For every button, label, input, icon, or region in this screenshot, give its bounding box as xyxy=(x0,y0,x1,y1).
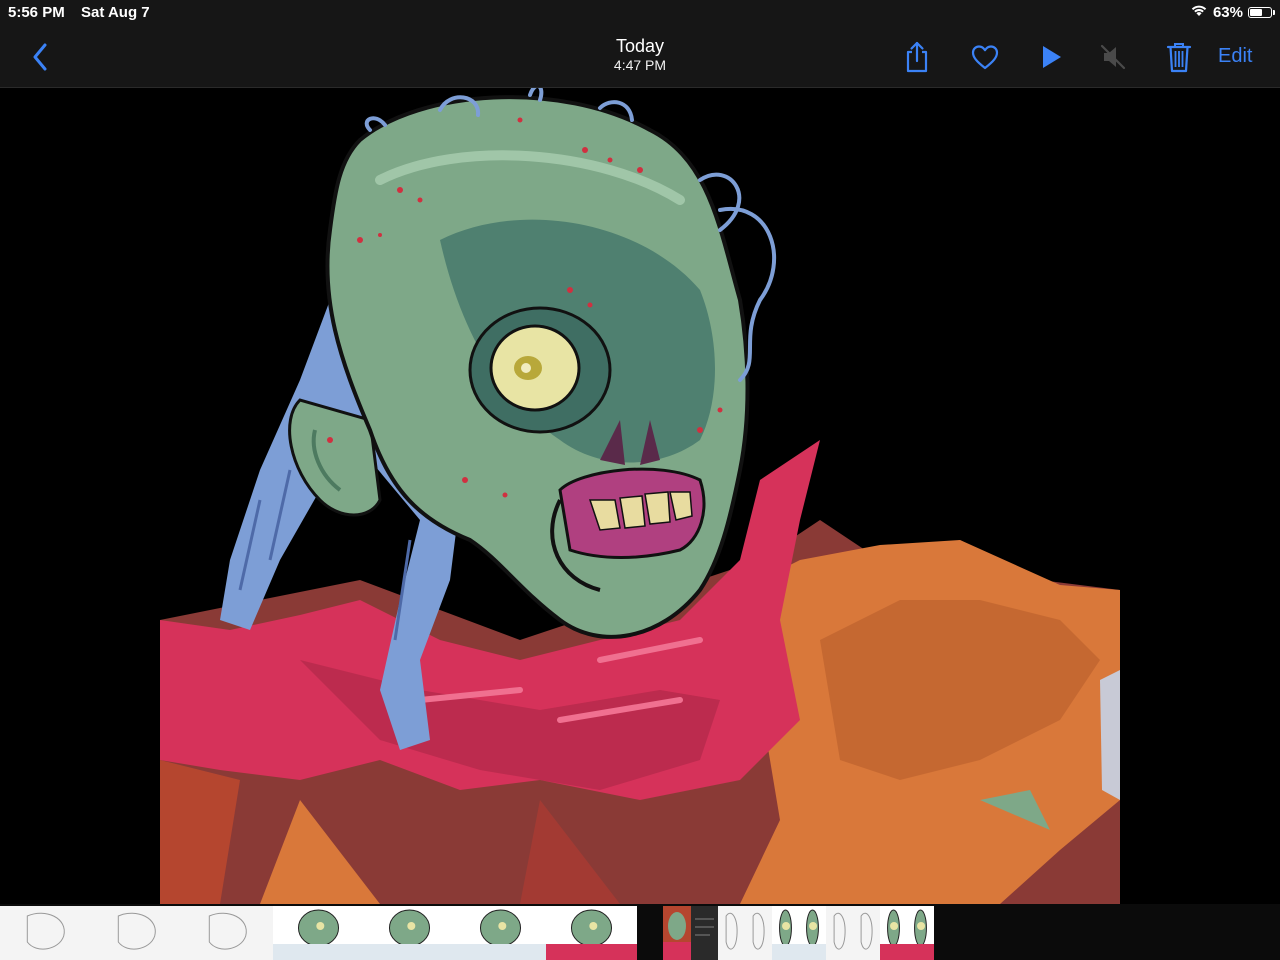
filmstrip-thumb[interactable] xyxy=(273,906,364,960)
battery-percent: 63% xyxy=(1212,3,1243,21)
filmstrip[interactable] xyxy=(0,904,1280,960)
filmstrip-thumb[interactable] xyxy=(546,906,637,960)
photo-viewport[interactable] xyxy=(0,88,1280,904)
filmstrip-thumb[interactable] xyxy=(91,906,182,960)
filmstrip-thumb[interactable] xyxy=(826,906,853,960)
nav-title: Today 4:47 PM xyxy=(0,35,1280,73)
favorite-button[interactable] xyxy=(967,39,1003,75)
filmstrip-thumb[interactable] xyxy=(691,906,718,960)
filmstrip-thumb[interactable] xyxy=(907,906,934,960)
filmstrip-thumb[interactable] xyxy=(0,906,91,960)
status-date: Sat Aug 7 xyxy=(81,4,150,21)
filmstrip-thumb[interactable] xyxy=(799,906,826,960)
filmstrip-thumb[interactable] xyxy=(880,906,907,960)
status-time: 5:56 PM xyxy=(8,4,65,21)
filmstrip-thumb[interactable] xyxy=(772,906,799,960)
trash-icon xyxy=(1166,43,1192,73)
play-icon xyxy=(1043,46,1061,68)
filmstrip-thumb[interactable] xyxy=(853,906,880,960)
status-indicators: 63% xyxy=(1190,3,1275,21)
nav-title-time: 4:47 PM xyxy=(613,57,667,73)
share-icon xyxy=(906,41,928,73)
heart-icon xyxy=(971,45,999,70)
status-bar: 5:56 PM Sat Aug 7 63% xyxy=(0,0,1280,26)
speaker-muted-icon xyxy=(1100,44,1126,70)
share-button[interactable] xyxy=(899,39,935,75)
edit-button[interactable]: Edit xyxy=(1218,44,1252,68)
filmstrip-thumb[interactable] xyxy=(718,906,745,960)
wifi-icon xyxy=(1190,3,1208,21)
filmstrip-thumb[interactable] xyxy=(182,906,273,960)
mute-button[interactable] xyxy=(1095,39,1131,75)
delete-button[interactable] xyxy=(1161,39,1197,75)
nav-bar: Today 4:47 PM Edit xyxy=(0,26,1280,88)
filmstrip-thumb[interactable] xyxy=(745,906,772,960)
filmstrip-thumb-selected[interactable] xyxy=(663,906,691,960)
battery-fill xyxy=(1250,8,1262,16)
play-button[interactable] xyxy=(1033,39,1069,75)
photo-viewer-screen: 5:56 PM Sat Aug 7 63% Today 4:47 PM Edit xyxy=(0,0,1280,960)
zombie-illustration xyxy=(160,88,1120,904)
battery-icon xyxy=(1248,6,1275,18)
filmstrip-thumb[interactable] xyxy=(364,906,455,960)
nav-title-date: Today xyxy=(615,36,665,56)
filmstrip-thumb[interactable] xyxy=(455,906,546,960)
